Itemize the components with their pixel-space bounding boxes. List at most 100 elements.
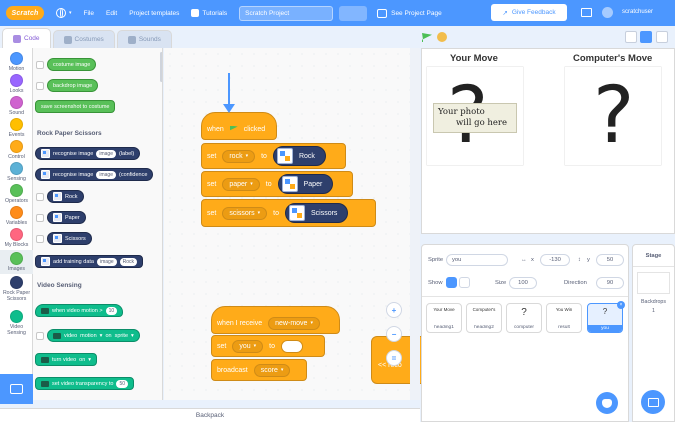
variable-dropdown[interactable]: scissors xyxy=(222,206,268,220)
variable-dropdown[interactable]: you xyxy=(232,339,264,353)
zoom-out-button[interactable]: − xyxy=(386,326,402,342)
sprite-tile-heading2[interactable]: Computer's heading2 xyxy=(466,303,502,333)
category-video-sensing[interactable]: Video Sensing xyxy=(0,310,33,336)
see-project-page-button[interactable]: See Project Page xyxy=(377,8,442,18)
set-paper-block[interactable]: set paper to Paper xyxy=(201,171,353,197)
when-i-receive-block[interactable]: when I receive new-move xyxy=(211,306,340,334)
paper-reporter[interactable]: Paper xyxy=(277,174,334,194)
ml-icon xyxy=(53,234,62,243)
direction-input[interactable]: 90 xyxy=(596,277,624,289)
small-stage-icon[interactable] xyxy=(625,31,637,43)
set-video-transparency-block[interactable]: set video transparency to 50 xyxy=(35,377,135,390)
share-button[interactable] xyxy=(339,5,368,21)
language-menu[interactable]: ▾ xyxy=(56,8,72,18)
recognise-image-confidence-block[interactable]: recognise image image (confidence xyxy=(35,168,154,181)
normal-stage-icon[interactable] xyxy=(640,31,652,43)
checkbox[interactable] xyxy=(36,234,44,243)
message-dropdown[interactable]: new-move xyxy=(268,316,320,330)
image-slot[interactable]: image xyxy=(96,149,116,158)
project-templates-menu[interactable]: Project templates xyxy=(129,10,179,17)
checkbox[interactable] xyxy=(36,213,44,222)
zoom-reset-button[interactable]: = xyxy=(386,350,402,366)
palette-scrollbar[interactable] xyxy=(160,52,162,82)
checkbox[interactable] xyxy=(36,81,44,90)
zoom-in-button[interactable]: + xyxy=(386,302,402,318)
set-scissors-block[interactable]: set scissors to Scissors xyxy=(201,199,376,227)
transparency-input[interactable]: 50 xyxy=(116,379,129,388)
tutorials-menu[interactable]: Tutorials xyxy=(191,9,227,17)
stage[interactable]: Your Move Computer's Move ? ? xyxy=(421,48,675,234)
show-hidden-icon[interactable] xyxy=(459,277,470,288)
value-input[interactable] xyxy=(281,339,303,353)
scratch-logo[interactable]: Scratch xyxy=(6,6,44,20)
stage-thumbnail[interactable] xyxy=(637,272,670,294)
code-area-scrollbar[interactable] xyxy=(410,48,420,400)
category-looks[interactable]: Looks xyxy=(0,74,33,94)
paper-block[interactable]: Paper xyxy=(47,211,86,224)
set-rock-block[interactable]: set rock to Rock xyxy=(201,143,346,169)
category-my-blocks[interactable]: My Blocks xyxy=(0,228,33,248)
avatar[interactable] xyxy=(602,7,613,18)
feedback-icon: ↗ xyxy=(502,9,508,17)
tab-sounds[interactable]: Sounds xyxy=(116,30,172,48)
sprite-tile-heading1[interactable]: Your Move heading1 xyxy=(426,303,462,333)
file-menu[interactable]: File xyxy=(84,10,94,17)
category-sensing[interactable]: Sensing xyxy=(0,162,33,182)
checkbox[interactable] xyxy=(36,331,44,340)
sprite-tile-result[interactable]: You Win result xyxy=(546,303,582,333)
category-events[interactable]: Events xyxy=(0,118,33,138)
add-extension-button[interactable] xyxy=(0,374,33,404)
add-training-data-block[interactable]: add training data image Rock xyxy=(35,255,144,268)
backpack[interactable]: Backpack xyxy=(0,408,420,422)
fullscreen-icon[interactable] xyxy=(656,31,668,43)
rock-block[interactable]: Rock xyxy=(47,190,84,203)
category-images[interactable]: Images xyxy=(0,250,33,274)
when-flag-clicked-block[interactable]: when clicked xyxy=(201,112,277,140)
recognise-image-label-block[interactable]: recognise image image (label) xyxy=(35,147,141,160)
sprite-name-input[interactable]: you xyxy=(446,254,508,266)
size-input[interactable]: 100 xyxy=(509,277,537,289)
turn-video-block[interactable]: turn video on ▾ xyxy=(35,353,98,366)
category-motion[interactable]: Motion xyxy=(0,52,33,72)
x-input[interactable]: -130 xyxy=(540,254,570,266)
broadcast-dropdown[interactable]: score xyxy=(253,363,291,377)
rock-reporter[interactable]: Rock xyxy=(272,146,326,166)
category-operators[interactable]: Operators xyxy=(0,184,33,204)
image-slot[interactable]: image xyxy=(96,170,116,179)
scissors-reporter[interactable]: Scissors xyxy=(284,203,349,223)
checkbox[interactable] xyxy=(36,60,44,69)
tab-code[interactable]: Code xyxy=(2,28,51,48)
broadcast-block[interactable]: broadcast score xyxy=(211,359,307,381)
tab-costumes[interactable]: Costumes xyxy=(52,30,115,48)
backdrop-image-block[interactable]: backdrop image xyxy=(47,79,99,92)
give-feedback-button[interactable]: ↗ Give Feedback xyxy=(491,4,567,21)
save-screenshot-block[interactable]: save screenshot to costume xyxy=(35,100,116,113)
my-stuff-icon[interactable] xyxy=(581,8,592,17)
motion-threshold-input[interactable]: 10 xyxy=(105,306,118,315)
category-control[interactable]: Control xyxy=(0,140,33,160)
project-title-input[interactable]: Scratch Project xyxy=(239,5,334,21)
y-input[interactable]: 50 xyxy=(596,254,624,266)
add-backdrop-button[interactable] xyxy=(641,390,665,414)
checkbox[interactable] xyxy=(36,192,44,201)
costume-image-block[interactable]: costume image xyxy=(47,58,97,71)
sprite-tile-computer[interactable]: ? computer xyxy=(506,303,542,333)
show-visible-icon[interactable] xyxy=(446,277,457,288)
edit-menu[interactable]: Edit xyxy=(106,10,117,17)
account-name[interactable]: scratchuser xyxy=(622,9,653,15)
scissors-block[interactable]: Scissors xyxy=(47,232,92,245)
label-dropdown[interactable]: Rock xyxy=(119,257,138,266)
category-rock-paper-scissors[interactable]: Rock Paper Scissors xyxy=(0,276,33,302)
when-video-motion-block[interactable]: when video motion > 10 xyxy=(35,304,124,317)
stop-icon[interactable] xyxy=(437,32,447,42)
image-slot[interactable]: image xyxy=(96,257,117,266)
video-motion-on-sprite-block[interactable]: video motion ▾ on sprite ▾ xyxy=(47,329,140,342)
add-sprite-button[interactable] xyxy=(596,392,618,414)
variable-dropdown[interactable]: rock xyxy=(222,149,256,163)
variable-dropdown[interactable]: paper xyxy=(222,177,260,191)
green-flag-icon[interactable] xyxy=(422,33,432,42)
set-you-block[interactable]: set you to xyxy=(211,335,325,357)
sprite-tile-you[interactable]: × ? you xyxy=(587,301,625,333)
category-variables[interactable]: Variables xyxy=(0,206,33,226)
category-sound[interactable]: Sound xyxy=(0,96,33,116)
